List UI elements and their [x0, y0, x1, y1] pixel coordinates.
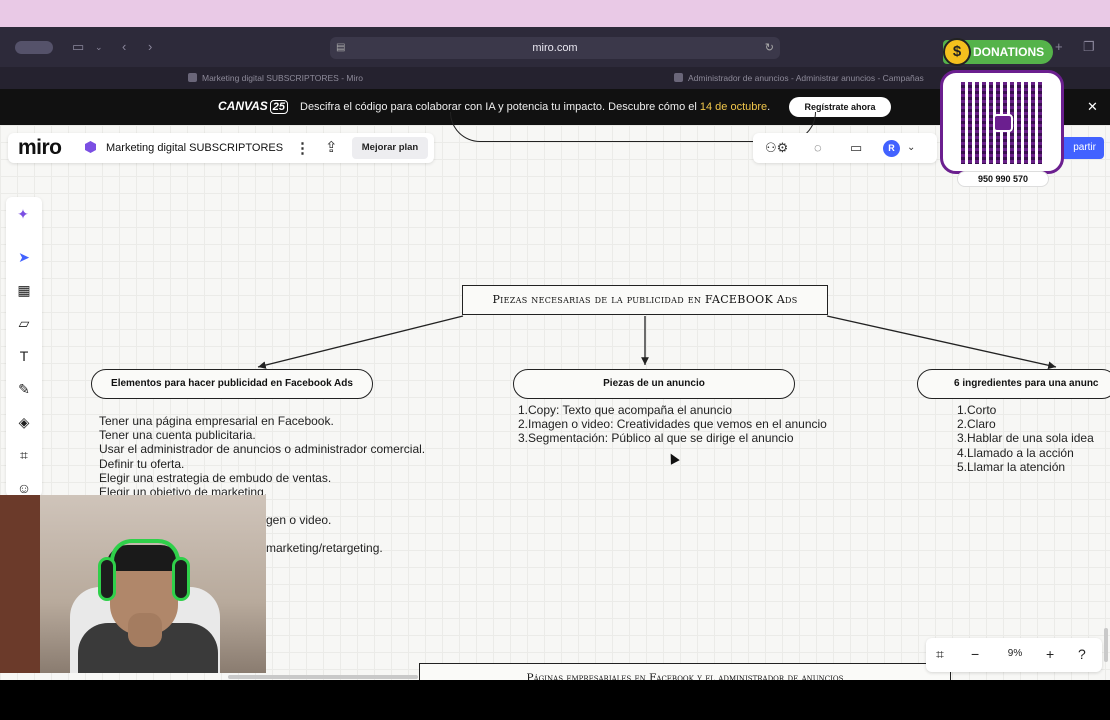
- list-item: 5.Llamar la atención: [957, 459, 1066, 474]
- coin-icon: $: [943, 38, 971, 66]
- avatar[interactable]: R: [883, 140, 900, 157]
- donation-phone: 950 990 570: [957, 171, 1049, 187]
- chevron-down-icon[interactable]: ⌄: [95, 42, 103, 53]
- elements-list[interactable]: Tener una página empresarial en Facebook…: [99, 414, 425, 499]
- fit-frame-icon[interactable]: ⌗: [936, 646, 944, 663]
- sticky-note-icon[interactable]: ▱: [14, 315, 34, 332]
- url-text: miro.com: [532, 42, 578, 54]
- headphone-band: [110, 539, 180, 561]
- list-item: gen o video.: [266, 513, 332, 527]
- upgrade-plan-button[interactable]: Mejorar plan: [352, 137, 428, 159]
- video-call-icon[interactable]: ▭: [850, 140, 862, 156]
- help-icon[interactable]: ?: [1078, 646, 1086, 662]
- main-topic-node[interactable]: Piezas necesarias de la publicidad en FA…: [462, 285, 828, 315]
- zoom-out-icon[interactable]: −: [971, 646, 979, 662]
- select-tool-icon[interactable]: ➤: [14, 249, 34, 266]
- forward-arrow-icon[interactable]: ›: [148, 39, 152, 54]
- screen-bottom: [0, 680, 1110, 720]
- tab-overview-icon[interactable]: ❐: [1083, 39, 1095, 55]
- miro-favicon-icon: [188, 73, 197, 82]
- headphone-right: [172, 557, 190, 601]
- list-item: 3.Hablar de una sola idea: [957, 431, 1094, 446]
- templates-icon[interactable]: ▦: [14, 282, 34, 299]
- horizontal-scrollbar[interactable]: [228, 675, 418, 679]
- meta-favicon-icon: [674, 73, 683, 82]
- tab-miro[interactable]: Marketing digital SUBSCRIPTORES - Miro: [188, 67, 363, 89]
- emoji-icon[interactable]: ☺: [14, 480, 34, 496]
- canvas-logo-number: 25: [269, 100, 289, 114]
- connector-right: [826, 315, 1057, 370]
- list-item: 4.Llamado a la acción: [957, 445, 1074, 460]
- branch-node-pieces[interactable]: Piezas de un anuncio: [513, 369, 795, 399]
- pieces-list[interactable]: 1.Copy: Texto que acompaña el anuncio 2.…: [518, 403, 827, 446]
- board-name[interactable]: Marketing digital SUBSCRIPTORES: [106, 142, 283, 154]
- tab-title: Marketing digital SUBSCRIPTORES - Miro: [202, 73, 363, 83]
- traffic-lights[interactable]: [15, 41, 53, 54]
- new-tab-icon[interactable]: +: [1055, 39, 1063, 54]
- back-arrow-icon[interactable]: ‹: [122, 39, 126, 54]
- reactions-icon[interactable]: ⚇⚙: [765, 140, 788, 156]
- tab-ads-manager[interactable]: Administrador de anuncios - Administrar …: [674, 67, 924, 89]
- list-item: 2.Claro: [957, 417, 996, 432]
- list-item: Tener una página empresarial en Facebook…: [99, 414, 334, 428]
- list-item: Tener una cuenta publicitaria.: [99, 428, 256, 443]
- site-settings-icon[interactable]: ▤: [336, 37, 345, 59]
- zoom-in-icon[interactable]: +: [1046, 646, 1054, 662]
- pen-tool-icon[interactable]: ✎: [14, 381, 34, 398]
- background-door: [0, 495, 40, 673]
- list-item: 2.Imagen o video: Creatividades que vemo…: [518, 417, 827, 432]
- tab-title: Administrador de anuncios - Administrar …: [688, 73, 924, 83]
- list-item: Usar el administrador de anuncios o admi…: [99, 442, 426, 457]
- zoom-level[interactable]: 9%: [1003, 648, 1027, 659]
- person-hands: [128, 613, 162, 647]
- vertical-scrollbar[interactable]: [1104, 628, 1108, 662]
- list-item: marketing/retargeting.: [266, 541, 383, 555]
- chat-icon[interactable]: ◌: [814, 140, 822, 155]
- shapes-icon[interactable]: ◈: [14, 414, 34, 431]
- miro-logo[interactable]: miro: [18, 136, 62, 160]
- close-icon[interactable]: ✕: [1087, 99, 1098, 115]
- list-item: Elegir una estrategia de embudo de venta…: [99, 470, 332, 485]
- branch-node-elements[interactable]: Elementos para hacer publicidad en Faceb…: [91, 369, 373, 399]
- macos-menu-bar: [0, 0, 1110, 27]
- branch-node-ingredients[interactable]: 6 ingredientes para una anunc: [917, 369, 1110, 399]
- list-item: 3.Segmentación: Público al que se dirige…: [518, 431, 794, 446]
- ai-sparkle-icon[interactable]: ✦: [13, 206, 33, 223]
- list-item: Definir tu oferta.: [99, 456, 185, 471]
- reload-icon[interactable]: ↻: [765, 37, 774, 59]
- text-tool-icon[interactable]: T: [14, 348, 34, 364]
- more-options-icon[interactable]: ⋮: [295, 139, 310, 157]
- address-bar[interactable]: ▤ miro.com ↻: [330, 37, 780, 59]
- list-item: 1.Copy: Texto que acompaña el anuncio: [518, 403, 732, 417]
- connector-left: [257, 315, 464, 369]
- frame-icon[interactable]: ⌗: [14, 447, 34, 464]
- export-icon[interactable]: ⇪: [325, 138, 338, 156]
- headphone-left: [98, 557, 116, 601]
- chevron-down-icon[interactable]: ⌄: [907, 142, 915, 153]
- canvas-logo-text: CANVAS: [218, 99, 268, 113]
- sidebar-toggle-icon[interactable]: ▭: [72, 39, 84, 55]
- yape-logo: [993, 114, 1013, 132]
- list-item: 1.Corto: [957, 403, 997, 417]
- ingredients-list[interactable]: 1.Corto 2.Claro 3.Hablar de una sola ide…: [957, 403, 1094, 474]
- webcam-overlay: [0, 495, 266, 673]
- canvas-logo: CANVAS 25: [218, 99, 289, 114]
